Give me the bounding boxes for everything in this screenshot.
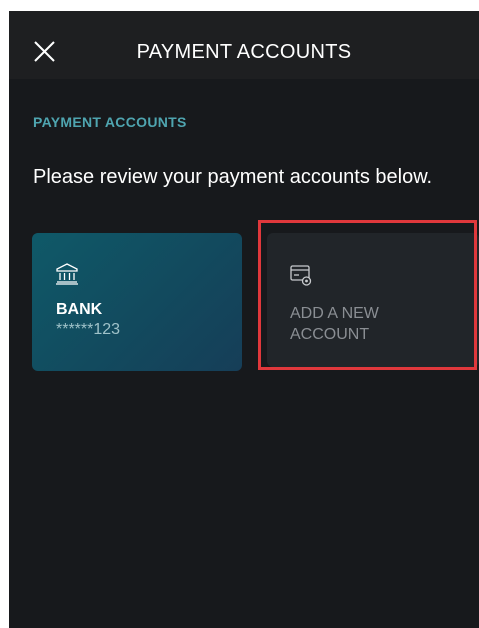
add-account-highlight	[258, 220, 477, 370]
page-title: PAYMENT ACCOUNTS	[136, 41, 352, 63]
header-bar: PAYMENT ACCOUNTS	[9, 11, 479, 79]
bank-account-card[interactable]: BANK ******123	[32, 233, 242, 371]
account-name: BANK	[56, 301, 103, 318]
section-subtitle: Please review your payment accounts belo…	[33, 166, 433, 188]
account-number: ******123	[56, 321, 121, 338]
payment-accounts-screen: PAYMENT ACCOUNTS PAYMENT ACCOUNTS Please…	[9, 11, 479, 628]
section-label: PAYMENT ACCOUNTS	[33, 114, 187, 130]
bank-icon	[56, 263, 78, 285]
